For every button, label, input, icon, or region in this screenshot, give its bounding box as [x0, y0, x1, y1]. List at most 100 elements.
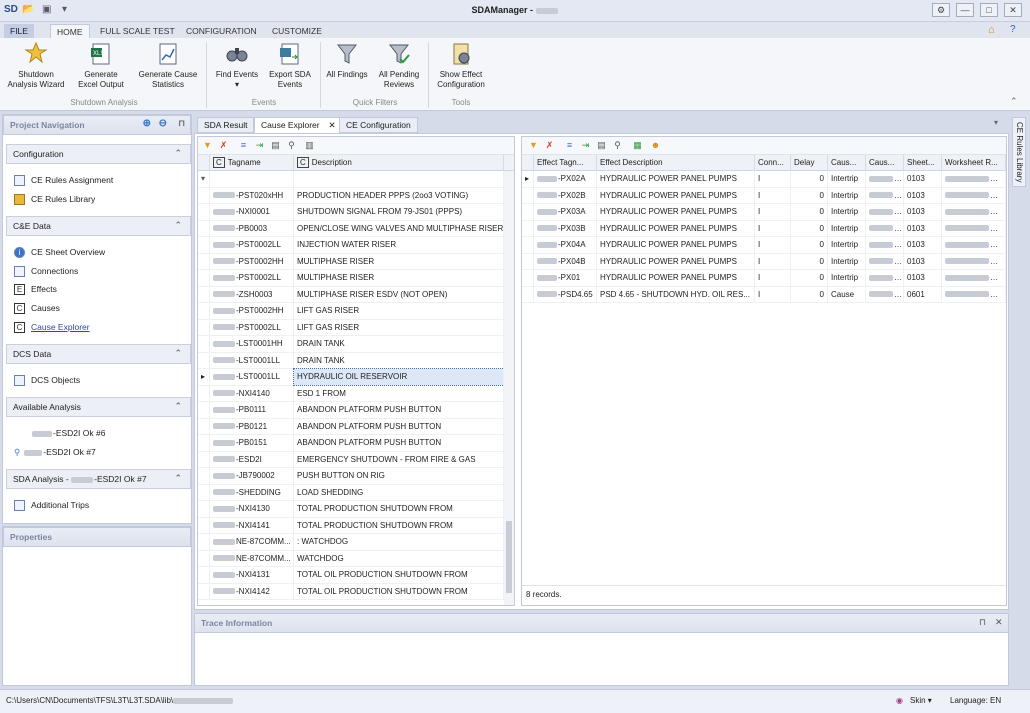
cell-cause-name[interactable]: …: [866, 171, 904, 187]
cell-description[interactable]: TOTAL OIL PRODUCTION SHUTDOWN FROM: [294, 567, 504, 583]
cell-description[interactable]: TOTAL PRODUCTION SHUTDOWN FROM: [294, 517, 504, 534]
cell-sheet[interactable]: 0601: [904, 286, 942, 303]
cell-worksheet-ref[interactable]: …: [942, 187, 1006, 204]
cell-sheet[interactable]: 0103: [904, 187, 942, 204]
column-description[interactable]: C Description: [294, 155, 504, 171]
cell-connection[interactable]: I: [755, 270, 791, 286]
cell-delay[interactable]: 0: [791, 286, 828, 303]
cell-effect-description[interactable]: HYDRAULIC POWER PANEL PUMPS: [597, 171, 755, 187]
cell-delay[interactable]: 0: [791, 204, 828, 220]
help-icon[interactable]: ?: [1010, 24, 1016, 35]
section-available-analysis[interactable]: Available Analysis ⌃: [6, 397, 191, 417]
filter-icon[interactable]: ▼: [202, 140, 213, 151]
excel-icon[interactable]: ▦: [632, 140, 643, 151]
generate-excel-output-button[interactable]: XLS Generate Excel Output: [72, 41, 130, 90]
cell-tagname[interactable]: -ZSH0003: [210, 286, 294, 303]
cell-connection[interactable]: I: [755, 171, 791, 187]
cell-cause-name[interactable]: …: [866, 270, 904, 286]
cell-effect-description[interactable]: HYDRAULIC POWER PANEL PUMPS: [597, 204, 755, 220]
cell-worksheet-ref[interactable]: …: [942, 204, 1006, 220]
tab-home[interactable]: HOME: [50, 24, 90, 38]
cell-delay[interactable]: 0: [791, 270, 828, 286]
nav-item-dcs-objects[interactable]: DCS Objects: [14, 372, 80, 388]
column-chooser-icon[interactable]: ▥: [304, 140, 315, 151]
table-row[interactable]: -NXI4140 ESD 1 FROM: [198, 385, 514, 402]
cell-description[interactable]: EMERGENCY SHUTDOWN - FROM FIRE & GAS: [294, 451, 504, 468]
nav-item-ce-sheet-overview[interactable]: i CE Sheet Overview: [14, 244, 105, 260]
nav-item-connections[interactable]: Connections: [14, 263, 78, 279]
cell-delay[interactable]: 0: [791, 220, 828, 237]
cell-description[interactable]: PRODUCTION HEADER PPPS (2oo3 VOTING): [294, 187, 504, 204]
cell-effect-tagname[interactable]: -PX02A: [534, 171, 597, 187]
cell-worksheet-ref[interactable]: …: [942, 237, 1006, 253]
cell-sheet[interactable]: 0103: [904, 237, 942, 253]
table-row[interactable]: -PST0002LL LIFT GAS RISER: [198, 319, 514, 336]
close-tab-icon[interactable]: ✕: [328, 120, 335, 131]
cell-description[interactable]: MULTIPHASE RISER: [294, 253, 504, 270]
table-row[interactable]: -NXI4130 TOTAL PRODUCTION SHUTDOWN FROM: [198, 501, 514, 518]
cell-effect-description[interactable]: HYDRAULIC POWER PANEL PUMPS: [597, 253, 755, 270]
find-icon[interactable]: ⚲: [612, 140, 623, 151]
table-row[interactable]: NE-87COMM... WATCHDOG: [198, 550, 514, 567]
cell-tagname[interactable]: -PST0002LL: [210, 270, 294, 286]
minimize-button[interactable]: —: [956, 3, 974, 17]
cell-connection[interactable]: I: [755, 286, 791, 303]
cell-tagname[interactable]: -PST0002HH: [210, 303, 294, 319]
cell-delay[interactable]: 0: [791, 237, 828, 253]
vertical-scrollbar[interactable]: [504, 171, 514, 605]
find-icon[interactable]: ⚲: [286, 140, 297, 151]
cell-sheet[interactable]: 0103: [904, 204, 942, 220]
table-row[interactable]: -PX01 HYDRAULIC POWER PANEL PUMPS I 0 Intert…: [522, 270, 1006, 287]
cell-tagname[interactable]: -NXI4130: [210, 501, 294, 517]
column-delay[interactable]: Delay: [791, 155, 828, 171]
section-ce-data[interactable]: C&E Data ⌃: [6, 216, 191, 236]
collapse-rows-icon[interactable]: ≡: [238, 140, 249, 151]
table-row[interactable]: -PX04A HYDRAULIC POWER PANEL PUMPS I 0 Inter…: [522, 237, 1006, 254]
table-row[interactable]: -JB790002 PUSH BUTTON ON RIG: [198, 468, 514, 485]
table-row[interactable]: -NXI4141 TOTAL PRODUCTION SHUTDOWN FROM: [198, 517, 514, 534]
cell-cause-name[interactable]: …: [866, 220, 904, 237]
column-cause-name[interactable]: Caus...: [866, 155, 904, 171]
clear-filter-icon[interactable]: ✗: [218, 140, 229, 151]
cell-cause-type[interactable]: Intertrip: [828, 204, 866, 220]
tab-configuration[interactable]: CONFIGURATION: [180, 24, 263, 38]
cell-description[interactable]: LIFT GAS RISER: [294, 319, 504, 336]
cell-cause-type[interactable]: Intertrip: [828, 171, 866, 187]
column-tagname[interactable]: C Tagname: [210, 155, 294, 171]
cell-cause-type[interactable]: Intertrip: [828, 237, 866, 253]
table-row[interactable]: ▸ -PX02A HYDRAULIC POWER PANEL PUMPS I 0 Inte…: [522, 171, 1006, 188]
cell-tagname[interactable]: NE-87COMM...: [210, 550, 294, 567]
cell-description[interactable]: ESD 1 FROM: [294, 385, 504, 402]
cell-tagname[interactable]: -NXI4141: [210, 517, 294, 534]
cell-connection[interactable]: I: [755, 253, 791, 270]
cell-tagname[interactable]: -LST0001LL: [210, 352, 294, 369]
cell-delay[interactable]: 0: [791, 253, 828, 270]
cell-effect-tagname[interactable]: -PX04A: [534, 237, 597, 253]
cell-tagname[interactable]: -NXI0001: [210, 204, 294, 220]
cell-sheet[interactable]: 0103: [904, 220, 942, 237]
cell-tagname[interactable]: -PB0111: [210, 402, 294, 418]
section-dcs-data[interactable]: DCS Data ⌃: [6, 344, 191, 364]
column-sheet[interactable]: Sheet...: [904, 155, 942, 171]
cell-tagname[interactable]: -PST0002LL: [210, 237, 294, 253]
clear-filter-icon[interactable]: ✗: [544, 140, 555, 151]
export-icon[interactable]: ▤: [596, 140, 607, 151]
cell-delay[interactable]: 0: [791, 171, 828, 187]
cell-tagname[interactable]: -ESD2I: [210, 451, 294, 468]
cell-description[interactable]: ABANDON PLATFORM PUSH BUTTON: [294, 402, 504, 418]
export-icon[interactable]: ▤: [270, 140, 281, 151]
cell-effect-tagname[interactable]: -PX02B: [534, 187, 597, 204]
cell-description[interactable]: : WATCHDOG: [294, 534, 504, 550]
cell-cause-name[interactable]: …: [866, 187, 904, 204]
cell-description[interactable]: ABANDON PLATFORM PUSH BUTTON: [294, 435, 504, 451]
filter-icon[interactable]: ▼: [528, 140, 539, 151]
table-row[interactable]: -PB0003 OPEN/CLOSE WING VALVES AND MULTIP…: [198, 220, 514, 237]
cell-description[interactable]: DRAIN TANK: [294, 352, 504, 369]
tab-dropdown-icon[interactable]: ▾: [994, 118, 998, 127]
all-findings-button[interactable]: All Findings: [324, 41, 370, 80]
column-effect-description[interactable]: Effect Description: [597, 155, 755, 171]
cell-sheet[interactable]: 0103: [904, 270, 942, 286]
cell-effect-description[interactable]: HYDRAULIC POWER PANEL PUMPS: [597, 187, 755, 204]
table-row[interactable]: -PX04B HYDRAULIC POWER PANEL PUMPS I 0 Inter…: [522, 253, 1006, 270]
cell-tagname[interactable]: -PST0002HH: [210, 253, 294, 270]
